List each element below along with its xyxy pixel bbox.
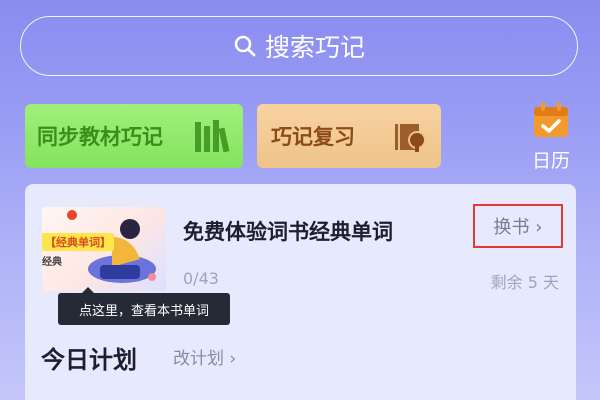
sync-textbook-button[interactable]: 同步教材巧记	[25, 104, 243, 168]
calendar-label: 日历	[531, 150, 570, 172]
sync-textbook-label: 同步教材巧记	[37, 125, 163, 149]
book-cover[interactable]: 【经典单词】 经典	[42, 207, 166, 291]
remaining-days: 剩余 5 天	[490, 273, 559, 292]
calendar-icon	[534, 102, 568, 137]
book-words-tooltip: 点这里，查看本书单词	[58, 287, 230, 325]
progress-count: 0/43	[183, 269, 219, 288]
search-icon	[234, 35, 256, 57]
current-book-card: 【经典单词】 经典 免费体验词书经典单词 换书 › 0/43 剩余 5 天 今日…	[25, 184, 576, 400]
cover-tag: 【经典单词】	[42, 233, 114, 251]
search-label: 搜索巧记	[264, 33, 365, 62]
swap-book-label: 换书 ›	[493, 217, 543, 238]
edit-plan-link[interactable]: 改计划 ›	[173, 344, 236, 369]
review-book-icon	[395, 124, 426, 152]
calendar-button[interactable]: 日历	[526, 100, 576, 173]
search-bar[interactable]: 搜索巧记	[20, 16, 578, 76]
review-label: 巧记复习	[271, 125, 355, 149]
today-plan-title: 今日计划	[41, 346, 137, 374]
swap-book-button[interactable]: 换书 ›	[473, 204, 563, 248]
book-title: 免费体验词书经典单词	[183, 220, 393, 244]
review-button[interactable]: 巧记复习	[257, 104, 441, 168]
books-icon	[195, 120, 230, 153]
cover-subtitle: 经典	[42, 257, 62, 268]
